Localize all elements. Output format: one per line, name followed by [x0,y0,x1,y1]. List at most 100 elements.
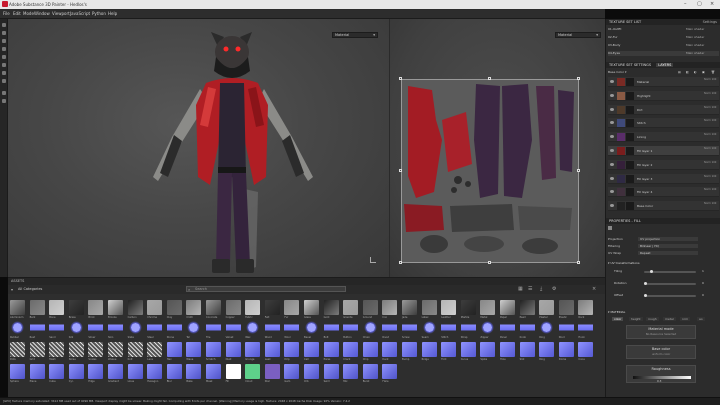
asset-thumbnail[interactable] [578,342,594,357]
base-color-box[interactable]: Base color uniform color [626,345,696,359]
asset-thumbnail[interactable] [402,320,417,335]
channel-tab[interactable]: metal [663,317,676,321]
material-mode-box[interactable]: Material mode No Resource Selected [626,325,696,339]
asset-thumbnail[interactable] [441,300,457,315]
asset-thumbnail[interactable] [147,300,163,315]
layer-row[interactable]: Base Color Norm 100 [608,201,719,212]
import-icon[interactable]: ⤓ [540,286,542,292]
uv-handle-bottom-left[interactable] [399,261,402,264]
uv-handle-left[interactable] [399,169,402,172]
asset-thumbnail[interactable] [166,342,182,357]
asset-thumbnail[interactable] [519,300,535,315]
geometry-mask-icon[interactable] [2,47,6,51]
view-2d-mode-select[interactable]: Material ▾ [555,32,601,38]
tiling-value[interactable]: 1 [702,269,704,273]
grid-view-icon[interactable]: ▦ [518,286,523,292]
layers-channel-select[interactable]: Base Color ▾ ▤ ◧ ◐ ▣ 🗑 [608,70,719,75]
layer-blend-mode[interactable]: Norm 100 [704,147,716,150]
texture-set-shader[interactable]: Main shader [686,27,704,31]
layer-row[interactable]: Fill layer 1 Norm 100 [608,146,719,156]
channel-tab[interactable]: ao [697,317,705,321]
asset-thumbnail[interactable] [225,320,241,335]
uv-handle-bottom[interactable] [488,261,491,264]
asset-thumbnail[interactable] [29,342,45,357]
visibility-eye-icon[interactable] [610,190,614,194]
asset-thumbnail[interactable] [323,320,339,335]
asset-thumbnail[interactable] [402,342,417,357]
asset-thumbnail[interactable] [206,364,221,379]
asset-thumbnail[interactable] [166,300,182,315]
menu-edit[interactable]: Edit [13,11,21,16]
asset-thumbnail[interactable] [88,320,104,335]
layer-blend-mode[interactable]: Norm 100 [704,92,716,95]
material-header[interactable]: ▾ MATERIAL [608,310,719,315]
layer-blend-mode[interactable]: Norm 100 [704,161,716,164]
asset-thumbnail[interactable] [558,342,574,357]
asset-thumbnail[interactable] [147,320,163,335]
asset-thumbnail[interactable] [10,320,25,335]
uv-handle-top[interactable] [488,77,491,80]
asset-thumbnail[interactable] [166,364,182,379]
asset-thumbnail[interactable] [186,320,202,335]
texture-set-shader[interactable]: Main shader [686,35,704,39]
rotation-value[interactable]: 0 [702,281,704,285]
asset-thumbnail[interactable] [343,342,359,357]
shelf-filter-label[interactable]: All Categories [18,287,42,291]
layer-blend-mode[interactable]: Norm 100 [704,119,716,122]
asset-thumbnail[interactable] [68,342,84,357]
picker-icon[interactable] [2,71,6,75]
asset-thumbnail[interactable] [10,300,25,315]
roughness-box[interactable]: Roughness 0.3 [626,365,696,383]
asset-thumbnail[interactable] [539,300,555,315]
asset-thumbnail[interactable] [10,342,25,357]
asset-thumbnail[interactable] [382,364,398,379]
uv-handle-right[interactable] [577,169,580,172]
asset-thumbnail[interactable] [539,320,555,335]
texture-set-settings-button[interactable]: Settings [703,20,717,24]
asset-thumbnail[interactable] [108,300,123,315]
asset-thumbnail[interactable] [49,300,65,315]
uv-handle-top-right[interactable] [577,77,580,80]
rotation-slider[interactable] [644,283,696,285]
add-mask-icon[interactable]: ◐ [694,70,697,74]
asset-thumbnail[interactable] [558,320,574,335]
layer-blend-mode[interactable]: Norm 100 [704,106,716,109]
visibility-eye-icon[interactable] [610,93,614,97]
asset-thumbnail[interactable] [402,300,417,315]
asset-thumbnail[interactable] [29,364,45,379]
asset-thumbnail[interactable] [127,320,143,335]
asset-thumbnail[interactable] [88,300,104,315]
asset-thumbnail[interactable] [480,300,496,315]
channel-tab[interactable]: color [612,317,624,321]
filtering-select[interactable]: Bilinear | HQ [638,244,698,248]
projection-select[interactable]: UV projection [638,237,698,241]
menu-help[interactable]: Help [108,11,117,16]
asset-thumbnail[interactable] [460,342,476,357]
asset-thumbnail[interactable] [519,342,535,357]
asset-thumbnail[interactable] [460,320,476,335]
shelf-search-input[interactable]: Search [186,286,346,292]
visibility-eye-icon[interactable] [610,80,614,83]
menu-viewport[interactable]: Viewport [52,11,70,16]
asset-thumbnail[interactable] [382,320,398,335]
visibility-eye-icon[interactable] [610,121,614,125]
layer-row[interactable]: Dirt Norm 100 [608,104,719,115]
asset-thumbnail[interactable] [421,300,437,315]
asset-thumbnail[interactable] [323,300,339,315]
asset-thumbnail[interactable] [127,300,143,315]
asset-thumbnail[interactable] [29,320,45,335]
visibility-eye-icon[interactable] [610,149,614,152]
roughness-slider[interactable] [633,376,691,379]
asset-thumbnail[interactable] [10,364,25,379]
asset-thumbnail[interactable] [225,364,241,379]
asset-thumbnail[interactable] [421,320,437,335]
texture-set-item[interactable]: 02-Fur Main shader [608,35,719,40]
asset-thumbnail[interactable] [225,300,241,315]
offset-slider-knob[interactable] [644,294,647,297]
asset-thumbnail[interactable] [304,364,319,379]
asset-thumbnail[interactable] [539,342,555,357]
layer-row[interactable]: Fill layer 2 Norm 100 [608,159,719,170]
layer-blend-mode[interactable]: Norm 100 [704,175,716,178]
layer-row[interactable]: Fill layer 3 Norm 100 [608,173,719,184]
rotation-slider-knob[interactable] [644,282,647,285]
